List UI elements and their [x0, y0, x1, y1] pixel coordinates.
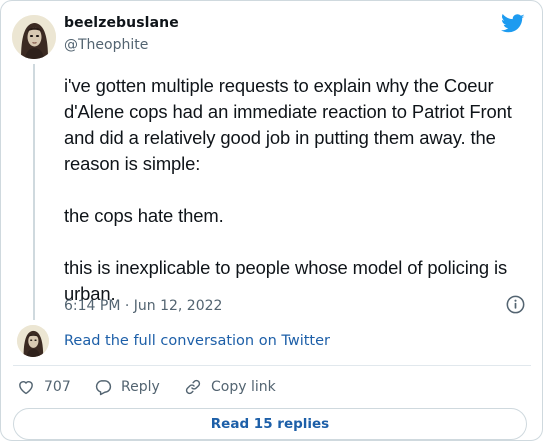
tweet-actions: 707 Reply Copy link [1, 374, 544, 402]
copy-link-button[interactable]: Copy link [184, 378, 276, 396]
tweet-card: beelzebuslane @Theophite i've gotten mul… [0, 0, 543, 441]
avatar-image [17, 325, 49, 357]
author-avatar[interactable] [12, 15, 56, 59]
tweet-paragraph: i've gotten multiple requests to explain… [64, 75, 512, 174]
author-handle[interactable]: @Theophite [64, 37, 148, 53]
twitter-bird-icon[interactable] [501, 14, 525, 34]
reply-button[interactable]: Reply [94, 378, 160, 396]
reply-label: Reply [121, 379, 160, 395]
like-count: 707 [44, 379, 71, 395]
author-name[interactable]: beelzebuslane [64, 15, 179, 31]
divider [13, 365, 531, 366]
tweet-timestamp[interactable]: 6:14 PM · Jun 12, 2022 [64, 298, 222, 314]
link-icon [185, 379, 201, 395]
tweet-paragraph: the cops hate them. [64, 205, 224, 226]
conversation-avatar[interactable] [17, 325, 49, 357]
reply-icon [95, 380, 112, 396]
tweet-text: i've gotten multiple requests to explain… [64, 73, 534, 307]
full-conversation-link[interactable]: Read the full conversation on Twitter [64, 333, 330, 349]
copy-link-label: Copy link [211, 379, 276, 395]
read-replies-label: Read 15 replies [210, 416, 330, 432]
like-button[interactable]: 707 [17, 378, 71, 396]
heart-icon [19, 381, 33, 395]
read-replies-button[interactable]: Read 15 replies [13, 408, 527, 440]
info-icon[interactable] [506, 295, 525, 314]
thread-line [33, 64, 35, 320]
avatar-image [12, 15, 56, 59]
